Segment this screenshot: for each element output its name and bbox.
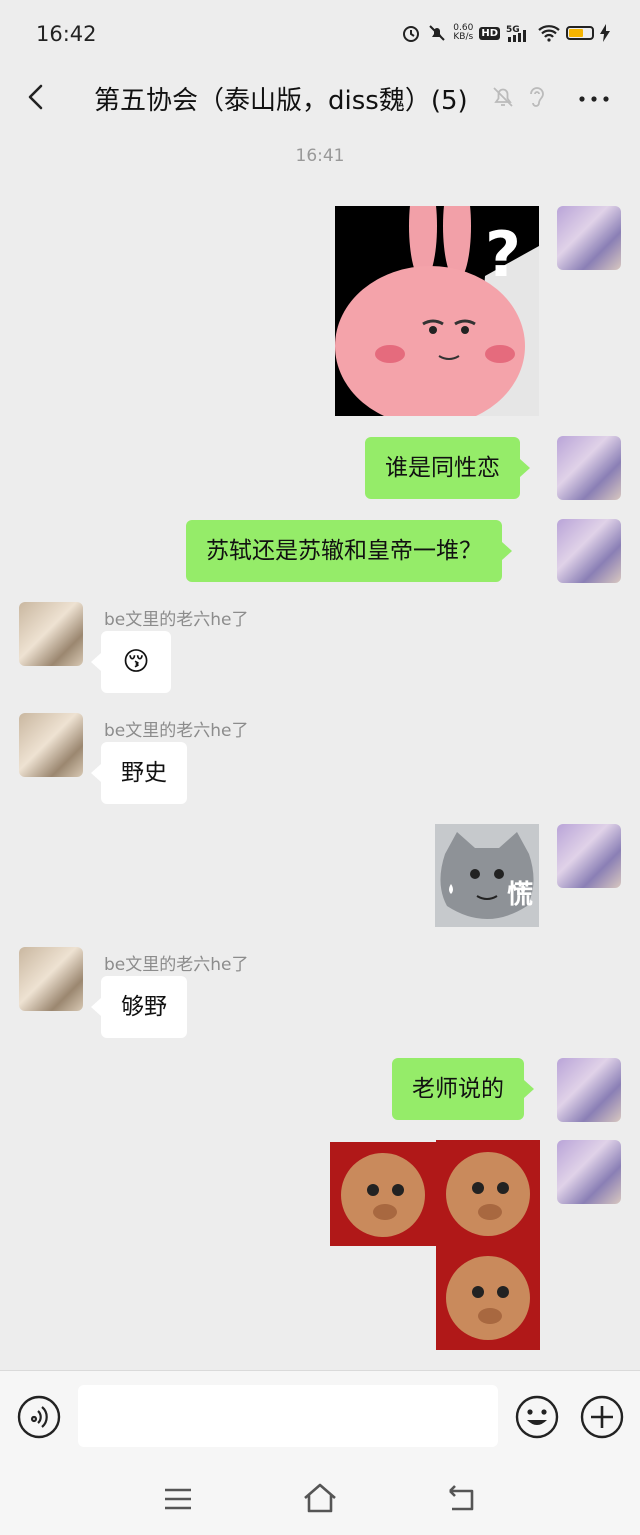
my-message-bubble[interactable]: 苏轼还是苏辙和皇帝一堆？ [186,520,512,582]
message-input[interactable] [78,1385,498,1447]
other-message-bubble[interactable]: 😚 [91,631,171,693]
emoji-icon[interactable] [515,1395,559,1443]
my-avatar[interactable] [557,1140,621,1204]
mute-bell-icon [490,84,516,114]
back-icon[interactable] [446,1483,478,1517]
input-bar [0,1370,640,1471]
menu-icon[interactable] [163,1486,193,1516]
battery-fill [569,29,584,37]
status-bar: 16:42 0.60 KB/s HD 5G [0,0,640,70]
my-avatar[interactable] [557,436,621,500]
other-avatar[interactable] [19,947,83,1011]
my-message-bubble[interactable]: 谁是同性恋 [365,437,530,499]
more-icon[interactable] [578,86,610,119]
network-label: 5G [506,25,520,35]
chat-header: 第五协会（泰山版，diss魏）(5) [0,70,640,130]
sender-name: be文里的老六he了 [104,610,249,630]
my-message-bubble[interactable]: 老师说的 [392,1058,534,1120]
pig-face-art [330,1140,540,1350]
my-avatar[interactable] [557,1058,621,1122]
other-message-bubble[interactable]: 够野 [91,976,187,1038]
status-time: 16:42 [36,22,97,46]
system-navigation [0,1470,640,1535]
question-mark: ? [485,218,521,291]
silent-bell-icon [427,23,447,43]
sender-name: be文里的老六he了 [104,955,249,975]
status-icons: 0.60 KB/s HD 5G [401,23,610,43]
back-arrow-icon[interactable] [22,82,52,112]
sender-name: be文里的老六he了 [104,721,249,741]
chat-timestamp: 16:41 [295,146,345,166]
other-avatar[interactable] [19,713,83,777]
chat-title: 第五协会（泰山版，diss魏）(5) [94,86,468,116]
home-icon[interactable] [302,1482,338,1518]
my-avatar[interactable] [557,519,621,583]
charging-icon [600,24,610,42]
panic-cat-sticker[interactable]: 慌 [435,824,539,927]
my-avatar[interactable] [557,824,621,888]
sticker-caption: 慌 [506,880,533,910]
pink-bunny-art: ? [335,206,539,416]
my-avatar[interactable] [557,206,621,270]
ear-icon [526,84,548,116]
other-message-bubble[interactable]: 野史 [91,742,187,804]
pink-bunny-sticker[interactable]: ? [335,206,539,416]
hd-badge: HD [479,26,500,40]
signal-icon: 5G [506,23,532,43]
wifi-icon [538,24,560,42]
net-speed: 0.60 KB/s [453,23,474,42]
alarm-icon [401,23,421,43]
battery-icon [566,26,594,40]
voice-icon[interactable] [17,1395,61,1443]
kissing-emoji: 😚 [122,647,150,677]
other-avatar[interactable] [19,602,83,666]
pig-face-sticker[interactable] [328,1140,540,1350]
plus-icon[interactable] [580,1395,624,1443]
